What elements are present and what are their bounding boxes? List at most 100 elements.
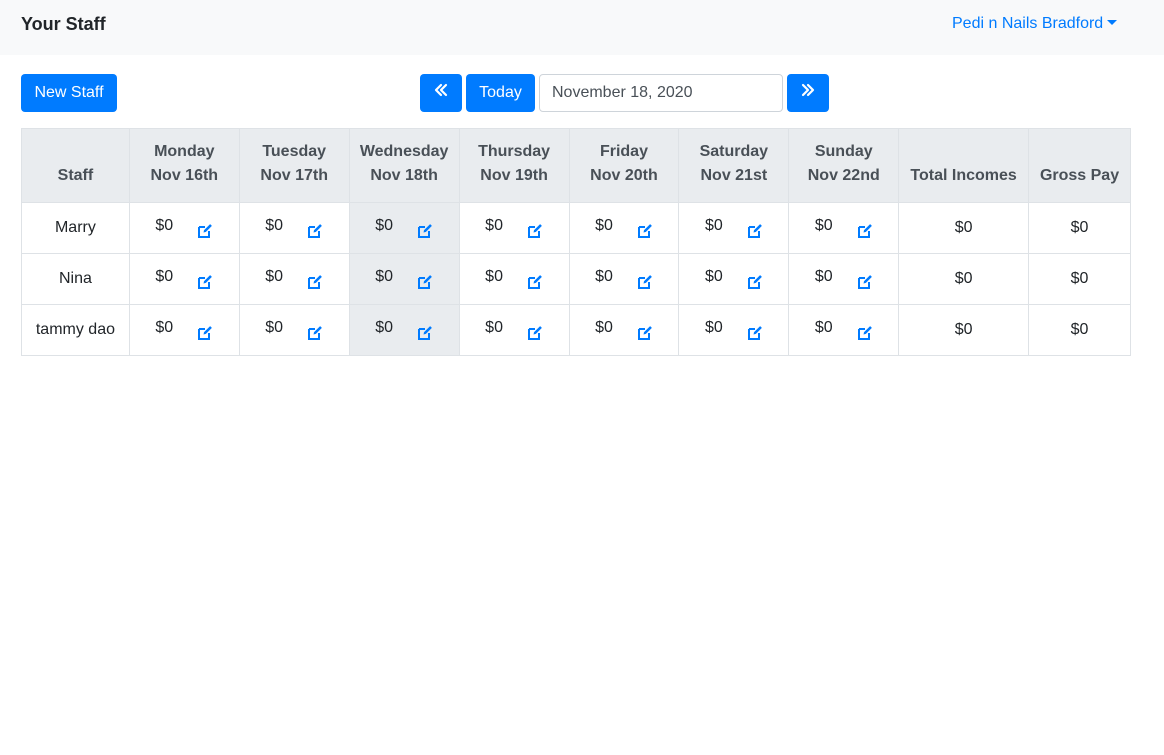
cell-content: $0: [460, 305, 569, 355]
cell-content: $0: [240, 203, 349, 253]
edit-icon[interactable]: [747, 274, 763, 290]
day-date: Nov 20th: [590, 167, 658, 184]
today-button[interactable]: Today: [466, 74, 535, 112]
day-name: Wednesday: [359, 143, 449, 160]
edit-icon[interactable]: [637, 274, 653, 290]
day-date: Nov 19th: [480, 167, 548, 184]
edit-icon[interactable]: [527, 325, 543, 341]
table-row: tammy dao $0 $0 $0 $0 $0 $0 $0 $0 $0: [21, 304, 1131, 356]
edit-icon[interactable]: [527, 274, 543, 290]
day-amount-cell: $0: [458, 202, 570, 254]
cell-content: $0: [350, 254, 459, 304]
previous-week-button[interactable]: [420, 74, 462, 112]
edit-icon[interactable]: [857, 274, 873, 290]
day-amount-cell: $0: [788, 304, 900, 356]
day-amount-cell: $0: [128, 202, 240, 254]
cell-content: $0: [240, 305, 349, 355]
cell-content: $0: [350, 305, 459, 355]
edit-icon[interactable]: [527, 223, 543, 239]
day-name: Tuesday: [262, 143, 327, 160]
edit-icon[interactable]: [747, 325, 763, 341]
caret-down-icon: [1107, 20, 1118, 25]
double-chevron-left-icon: [434, 83, 448, 103]
edit-icon[interactable]: [307, 325, 323, 341]
day-amount-cell: $0: [678, 202, 790, 254]
day-column-header: Saturday Nov 21st: [678, 128, 790, 203]
table-body: Marry $0 $0 $0 $0 $0 $0 $0 $0 $0 Nina $0 $0 $0 $0 $0 $0 $…: [21, 202, 1131, 356]
cell-content: $0: [570, 305, 679, 355]
cell-content: $0: [789, 203, 898, 253]
amount-value: $0: [704, 217, 723, 234]
total-incomes-column-header: Total Incomes: [898, 128, 1030, 203]
cell-content: $0: [679, 203, 788, 253]
navbar: Your Staff Pedi n Nails Bradford: [0, 0, 1164, 55]
day-amount-cell: $0: [678, 304, 790, 356]
total-incomes-cell: $0: [898, 304, 1030, 356]
day-name: Saturday: [699, 143, 769, 160]
edit-icon[interactable]: [417, 274, 433, 290]
amount-value: $0: [814, 217, 833, 234]
amount-value: $0: [155, 268, 174, 285]
table-row: Marry $0 $0 $0 $0 $0 $0 $0 $0 $0: [21, 202, 1131, 254]
cell-content: $0: [130, 305, 239, 355]
edit-icon[interactable]: [857, 223, 873, 239]
day-date: Nov 16th: [150, 167, 219, 184]
cell-content: $0: [460, 254, 569, 304]
staff-column-header: Staff: [21, 128, 130, 203]
edit-icon[interactable]: [857, 325, 873, 341]
cell-content: $0: [460, 203, 569, 253]
cell-content: $0: [350, 203, 459, 253]
store-dropdown[interactable]: Pedi n Nails Bradford: [952, 14, 1118, 34]
amount-value: $0: [704, 319, 723, 336]
day-date: Nov 17th: [260, 167, 328, 184]
day-name: Thursday: [478, 143, 551, 160]
amount-value: $0: [485, 319, 503, 336]
day-amount-cell: $0: [348, 253, 460, 305]
cell-content: $0: [130, 203, 239, 253]
amount-value: $0: [704, 268, 723, 285]
day-amount-cell: $0: [568, 202, 680, 254]
date-input[interactable]: [539, 74, 783, 112]
day-date: Nov 18th: [370, 167, 438, 184]
gross-pay-cell: $0: [1028, 253, 1131, 305]
cell-content: $0: [789, 305, 898, 355]
edit-icon[interactable]: [197, 223, 213, 239]
cell-content: $0: [570, 254, 679, 304]
gross-pay-cell: $0: [1028, 202, 1131, 254]
store-name: Pedi n Nails Bradford: [952, 15, 1104, 32]
cell-content: $0: [130, 254, 239, 304]
edit-icon[interactable]: [637, 223, 653, 239]
new-staff-button[interactable]: New Staff: [21, 74, 117, 112]
edit-icon[interactable]: [197, 325, 213, 341]
edit-icon[interactable]: [307, 274, 323, 290]
edit-icon[interactable]: [417, 223, 433, 239]
amount-value: $0: [265, 319, 284, 336]
gross-pay-cell: $0: [1028, 304, 1131, 356]
amount-value: $0: [814, 319, 833, 336]
gross-pay-column-header: Gross Pay: [1028, 128, 1131, 203]
edit-icon[interactable]: [747, 223, 763, 239]
day-amount-cell: $0: [568, 253, 680, 305]
day-amount-cell: $0: [788, 253, 900, 305]
double-chevron-right-icon: [801, 83, 815, 103]
cell-content: $0: [679, 254, 788, 304]
amount-value: $0: [485, 268, 503, 285]
day-name: Friday: [599, 143, 648, 160]
edit-icon[interactable]: [197, 274, 213, 290]
next-week-button[interactable]: [787, 74, 829, 112]
day-amount-cell: $0: [128, 253, 240, 305]
day-column-header: Friday Nov 20th: [568, 128, 680, 203]
day-date: Nov 22nd: [807, 167, 880, 184]
day-amount-cell: $0: [788, 202, 900, 254]
total-incomes-cell: $0: [898, 202, 1030, 254]
day-column-header: Wednesday Nov 18th: [348, 128, 460, 203]
amount-value: $0: [595, 217, 613, 234]
edit-icon[interactable]: [307, 223, 323, 239]
day-amount-cell: $0: [678, 253, 790, 305]
edit-icon[interactable]: [637, 325, 653, 341]
day-amount-cell: $0: [458, 253, 570, 305]
amount-value: $0: [375, 319, 394, 336]
edit-icon[interactable]: [417, 325, 433, 341]
day-amount-cell: $0: [128, 304, 240, 356]
day-column-header: Thursday Nov 19th: [458, 128, 570, 203]
